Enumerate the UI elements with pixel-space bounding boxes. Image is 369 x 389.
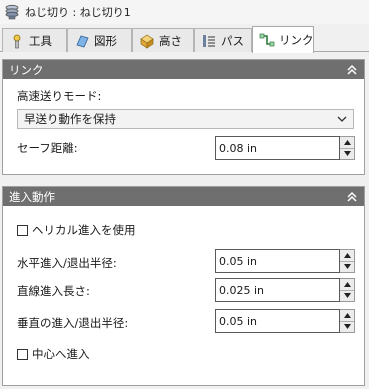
- center-entry-label: 中心へ進入: [32, 347, 90, 361]
- linear-length-input[interactable]: 0.025 in: [215, 278, 340, 302]
- checkbox-box[interactable]: [17, 224, 28, 236]
- geometry-icon: [76, 35, 89, 47]
- entry-panel-header[interactable]: 進入動作: [3, 187, 364, 206]
- checkbox-box[interactable]: [17, 348, 28, 360]
- safe-distance-stepper: 0.08 in: [215, 136, 355, 160]
- rapid-mode-label: 高速送りモード:: [17, 89, 102, 103]
- passes-icon: [203, 34, 215, 47]
- link-panel-title: リンク: [9, 62, 44, 77]
- chevron-down-icon: [337, 116, 347, 122]
- heights-icon: [140, 34, 154, 49]
- arrow-up-icon: [343, 281, 351, 287]
- horiz-radius-input[interactable]: 0.05 in: [215, 249, 340, 273]
- collapse-icon[interactable]: [346, 64, 358, 76]
- entry-panel-title: 進入動作: [9, 189, 55, 204]
- thread-icon: [5, 4, 19, 20]
- decrement-button[interactable]: [340, 289, 354, 301]
- vert-radius-stepper: 0.05 in: [215, 309, 355, 333]
- decrement-button[interactable]: [340, 147, 354, 159]
- arrow-down-icon: [343, 324, 351, 330]
- tab-tool-label: 工具: [29, 33, 52, 48]
- center-entry-checkbox[interactable]: 中心へ進入: [17, 346, 90, 362]
- decrement-button[interactable]: [340, 320, 354, 332]
- rapid-mode-select[interactable]: 早送り動作を保持: [17, 109, 354, 129]
- increment-button[interactable]: [340, 279, 354, 290]
- arrow-down-icon: [343, 151, 351, 157]
- entry-panel: 進入動作 ヘリカル進入を使用 水平進入/退出半径: 0.05 in 直線進入長さ…: [2, 186, 365, 386]
- linking-icon: [259, 33, 275, 47]
- helical-label: ヘリカル進入を使用: [32, 223, 136, 237]
- increment-button[interactable]: [340, 250, 354, 261]
- horiz-radius-stepper: 0.05 in: [215, 249, 355, 273]
- linear-length-label: 直線進入長さ:: [17, 284, 90, 298]
- decrement-button[interactable]: [340, 260, 354, 272]
- increment-button[interactable]: [340, 310, 354, 321]
- tab-passes-label: パス: [221, 33, 244, 48]
- vert-radius-input[interactable]: 0.05 in: [215, 309, 340, 333]
- tab-passes[interactable]: パス: [194, 28, 252, 52]
- arrow-up-icon: [343, 139, 351, 145]
- helical-checkbox[interactable]: ヘリカル進入を使用: [17, 222, 136, 238]
- tab-linking-label: リンク: [279, 33, 314, 47]
- window-title: ねじ切り : ねじ切り1: [25, 6, 131, 19]
- tool-icon: [13, 34, 21, 48]
- tab-linking[interactable]: リンク: [252, 26, 314, 53]
- title-bar: ねじ切り : ねじ切り1: [0, 0, 369, 24]
- collapse-icon[interactable]: [346, 191, 358, 203]
- tab-geometry-label: 図形: [94, 33, 117, 48]
- tab-tool[interactable]: 工具: [2, 28, 67, 52]
- link-panel: リンク 高速送りモード: 早送り動作を保持 セーフ距離: 0.08 in: [2, 59, 365, 175]
- tab-strip: 工具 図形 高さ パス リンク: [0, 24, 369, 53]
- horiz-radius-label: 水平進入/退出半径:: [17, 256, 117, 270]
- tab-geometry[interactable]: 図形: [67, 28, 132, 52]
- increment-button[interactable]: [340, 137, 354, 148]
- tab-heights[interactable]: 高さ: [132, 28, 194, 52]
- linear-length-stepper: 0.025 in: [215, 278, 355, 302]
- arrow-up-icon: [343, 312, 351, 318]
- vert-radius-label: 垂直の進入/退出半径:: [17, 316, 129, 330]
- safe-distance-label: セーフ距離:: [17, 141, 78, 155]
- safe-distance-input[interactable]: 0.08 in: [215, 136, 340, 160]
- arrow-down-icon: [343, 264, 351, 270]
- tab-heights-label: 高さ: [159, 33, 182, 48]
- arrow-down-icon: [343, 293, 351, 299]
- link-panel-header[interactable]: リンク: [3, 60, 364, 79]
- arrow-up-icon: [343, 252, 351, 258]
- rapid-mode-value: 早送り動作を保持: [24, 112, 116, 126]
